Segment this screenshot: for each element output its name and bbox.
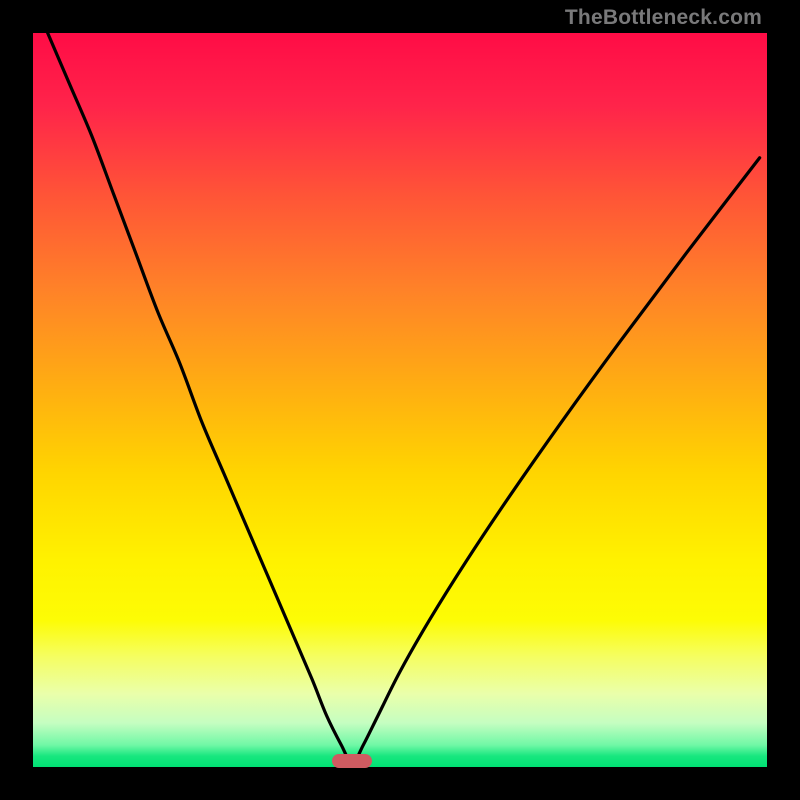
chart-frame: TheBottleneck.com: [0, 0, 800, 800]
minimum-marker: [332, 754, 372, 768]
watermark-text: TheBottleneck.com: [565, 6, 762, 30]
bottleneck-curve: [33, 33, 767, 767]
plot-area: [33, 33, 767, 767]
